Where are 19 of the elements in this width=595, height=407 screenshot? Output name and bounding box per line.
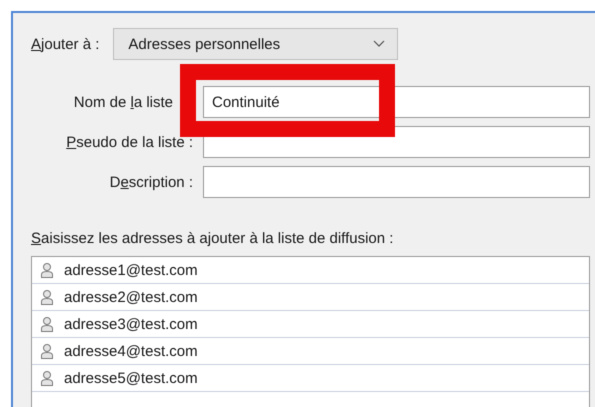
address-item[interactable]: adresse4@test.com xyxy=(64,342,198,360)
contact-icon xyxy=(40,262,54,278)
chevron-down-icon xyxy=(373,40,386,48)
field-label: Description : xyxy=(110,174,193,190)
address-item[interactable]: adresse5@test.com xyxy=(64,370,198,386)
field-label: Ajouter à : xyxy=(31,36,100,52)
field-label: Pseudo de la liste : xyxy=(66,134,193,150)
address-book-dropdown[interactable]: Adresses personnelles xyxy=(113,28,398,60)
field-label: Nom de la liste xyxy=(74,94,173,110)
contact-icon xyxy=(40,370,54,386)
section-label: Saisissez les adresses à ajouter à la liste de diffusion : xyxy=(31,230,394,247)
contact-icon xyxy=(40,316,54,332)
contact-icon xyxy=(40,289,54,305)
address-item[interactable]: adresse1@test.com xyxy=(64,262,198,278)
input-field[interactable]: Continuité xyxy=(203,86,590,118)
contact-icon xyxy=(40,343,54,359)
input-field[interactable] xyxy=(203,166,590,198)
address-item[interactable]: adresse2@test.com xyxy=(64,288,198,306)
address-item[interactable]: adresse3@test.com xyxy=(64,316,198,332)
